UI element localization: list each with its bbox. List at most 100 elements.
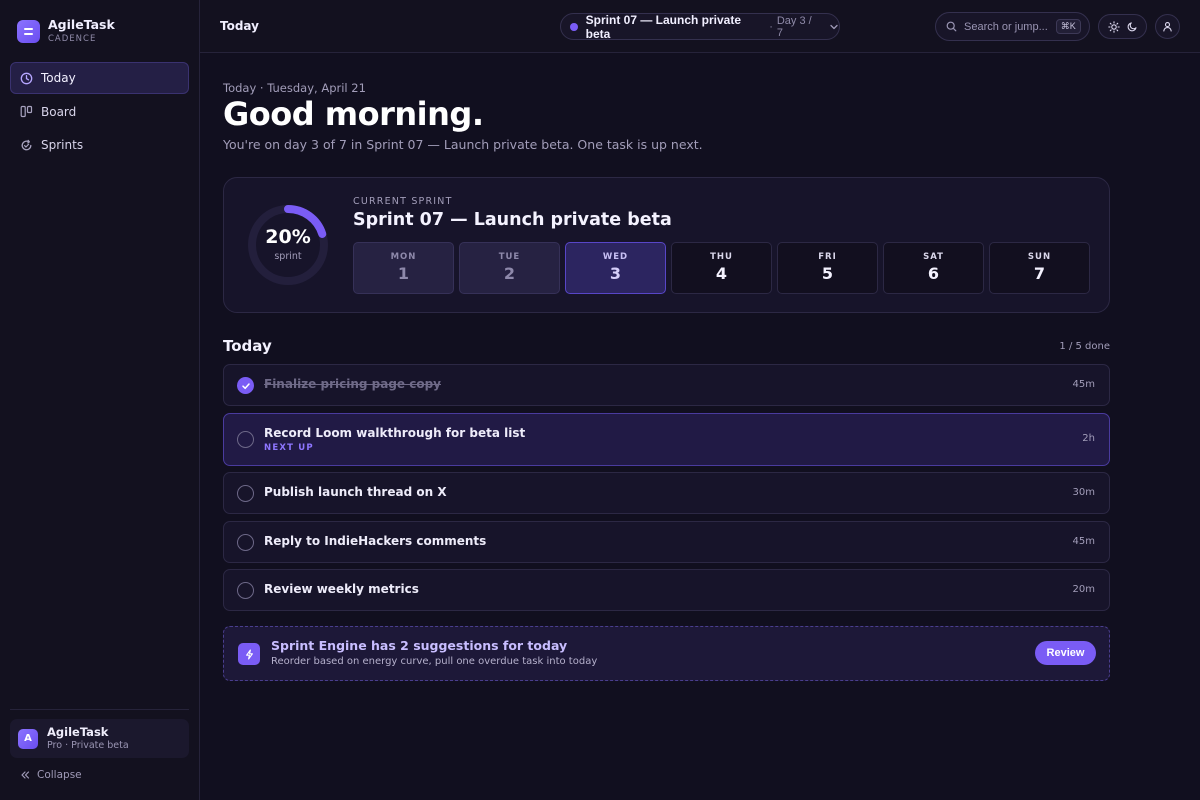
task-list: Finalize pricing page copy 45m Record Lo… [223,364,1110,618]
task-row[interactable]: Review weekly metrics 20m [223,569,1110,611]
task-duration: 20m [1072,584,1095,595]
sprint-progress-caption: sprint [274,251,302,262]
day-cell[interactable]: TUE 2 [459,242,560,294]
day-name: THU [710,252,733,262]
tasks-done-count: 1 / 5 done [1059,341,1110,352]
task-duration: 45m [1072,379,1095,390]
day-name: WED [602,252,629,262]
day-cell[interactable]: MON 1 [353,242,454,294]
dateline: Today · Tuesday, April 21 [223,81,366,95]
sprint-cycle-icon [20,139,33,152]
page-title: Today [220,19,259,33]
day-name: MON [390,252,417,262]
theme-toggle[interactable] [1098,14,1147,39]
day-number: 1 [397,264,410,283]
day-number: 5 [821,264,834,283]
collapse-button[interactable]: Collapse [20,769,82,781]
day-number: 4 [715,264,728,283]
double-chevron-left-icon [20,770,30,780]
moon-icon[interactable] [1127,21,1138,32]
day-number: 2 [503,264,516,283]
task-row[interactable]: Reply to IndieHackers comments 45m [223,520,1110,563]
task-duration: 30m [1072,487,1095,498]
day-name: TUE [498,252,521,262]
day-number: 6 [927,264,940,283]
day-name: SUN [1027,252,1052,262]
sidebar-nav: Today Board Sprints [10,62,189,163]
day-cell[interactable]: SUN 7 [989,242,1090,294]
day-cell[interactable]: THU 4 [671,242,772,294]
task-title: Finalize pricing page copy [264,377,441,391]
sidebar-item-sprints[interactable]: Sprints [10,129,189,161]
task-checkbox[interactable] [237,582,254,599]
sidebar-item-today[interactable]: Today [10,62,189,94]
sidebar-divider [10,709,189,710]
separator: · [769,20,773,33]
search-placeholder: Search or jump... [964,20,1048,33]
sprint-progress-percent: 20% [265,226,311,248]
app-subtitle: CADENCE [48,34,97,44]
sidebar-item-label: Board [41,104,77,119]
brand[interactable]: AgileTask CADENCE [17,18,115,45]
shortcut-badge: ⌘K [1055,19,1081,34]
avatar: A [18,728,38,749]
day-name: FRI [818,252,837,262]
day-cell[interactable]: WED 3 [565,242,666,294]
account-name: AgileTask [47,724,109,739]
sun-icon[interactable] [1107,20,1120,33]
task-title: Review weekly metrics [264,582,419,596]
app-name: AgileTask [48,17,115,32]
topbar: Today Sprint 07 — Launch private beta · … [200,0,1200,53]
sprint-days: MON 1 TUE 2 WED 3 THU 4 FRI 5 SAT 6 SUN 7 [353,242,1090,294]
current-sprint-card: 20% sprint CURRENT SPRINT Sprint 07 — La… [223,177,1110,313]
user-icon [1162,21,1173,32]
sidebar-item-label: Today [41,71,76,85]
account-card[interactable]: A AgileTask Pro · Private beta [10,719,189,758]
next-up-tag: NEXT UP [264,442,314,453]
engine-subtitle: Reorder based on energy curve, pull one … [271,656,598,667]
day-cell[interactable]: FRI 5 [777,242,878,294]
task-title: Publish launch thread on X [264,485,447,499]
day-number: 7 [1033,264,1046,283]
task-row[interactable]: Record Loom walkthrough for beta list NE… [223,412,1110,466]
task-duration: 45m [1072,535,1095,547]
day-number: 3 [609,264,622,283]
review-button[interactable]: Review [1035,641,1096,665]
sprint-name: Sprint 07 — Launch private beta [585,12,742,41]
task-checkbox[interactable] [237,533,254,551]
task-title: Reply to IndieHackers comments [264,533,487,548]
card-title: Sprint 07 — Launch private beta [353,210,672,230]
search-input[interactable]: Search or jump... ⌘K [935,12,1090,41]
sprint-status-dot [570,22,578,31]
day-cell[interactable]: SAT 6 [883,242,984,294]
sprint-engine-suggestion: Sprint Engine has 2 suggestions for toda… [223,626,1110,681]
clock-icon [20,72,33,85]
collapse-label: Collapse [37,769,82,781]
checkmark-icon [241,382,250,389]
day-name: SAT [923,252,944,262]
sprint-day: Day 3 / 7 [776,14,812,39]
user-menu-button[interactable] [1155,14,1180,39]
card-kicker: CURRENT SPRINT [353,196,453,207]
task-checkbox[interactable] [237,377,254,394]
task-checkbox[interactable] [237,430,254,448]
sidebar-item-board[interactable]: Board [10,96,189,128]
sidebar-item-label: Sprints [41,138,84,152]
sprint-selector[interactable]: Sprint 07 — Launch private beta · Day 3 … [560,12,840,41]
greeting-heading: Good morning. [223,95,484,133]
lightning-icon [238,643,260,665]
task-duration: 2h [1082,432,1095,444]
greeting-subline: You're on day 3 of 7 in Sprint 07 — Laun… [223,137,703,152]
board-icon [20,105,33,118]
task-row[interactable]: Publish launch thread on X 30m [223,472,1110,514]
sidebar: AgileTask CADENCE Today Board Sprints A [0,0,200,800]
search-icon [946,21,957,32]
chevron-down-icon [829,22,839,32]
account-plan: Pro · Private beta [47,739,129,751]
today-heading: Today [223,337,272,355]
task-row[interactable]: Finalize pricing page copy 45m [223,364,1110,406]
engine-title: Sprint Engine has 2 suggestions for toda… [271,638,568,653]
task-title: Record Loom walkthrough for beta list [264,425,526,440]
app-logo-icon [17,20,40,43]
task-checkbox[interactable] [237,485,254,502]
